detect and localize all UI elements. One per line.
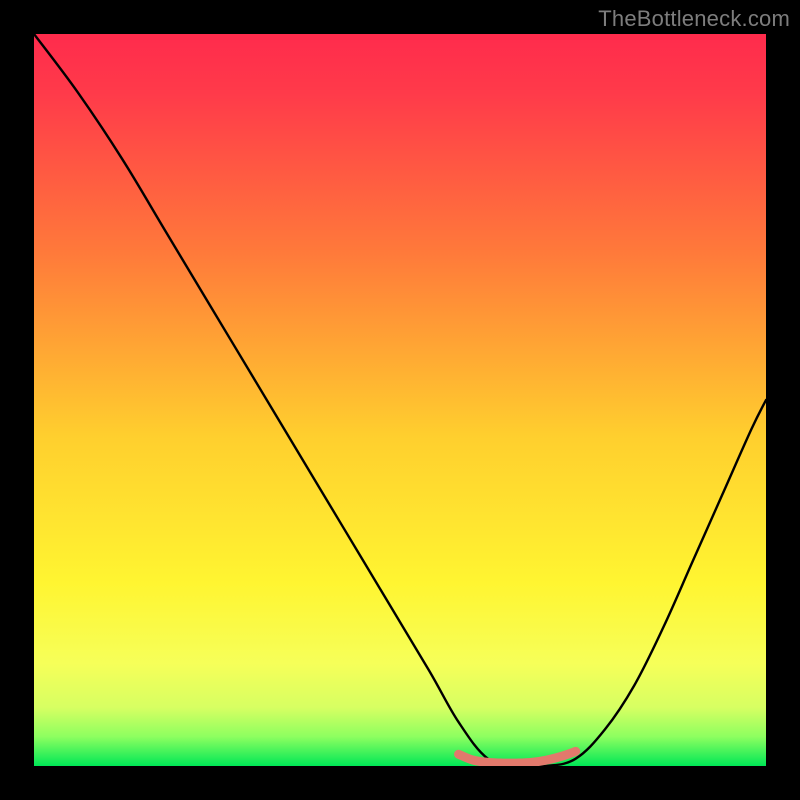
chart-svg xyxy=(34,34,766,766)
chart-frame: TheBottleneck.com xyxy=(0,0,800,800)
watermark-text: TheBottleneck.com xyxy=(598,6,790,32)
plot-area xyxy=(34,34,766,766)
gradient-background xyxy=(34,34,766,766)
